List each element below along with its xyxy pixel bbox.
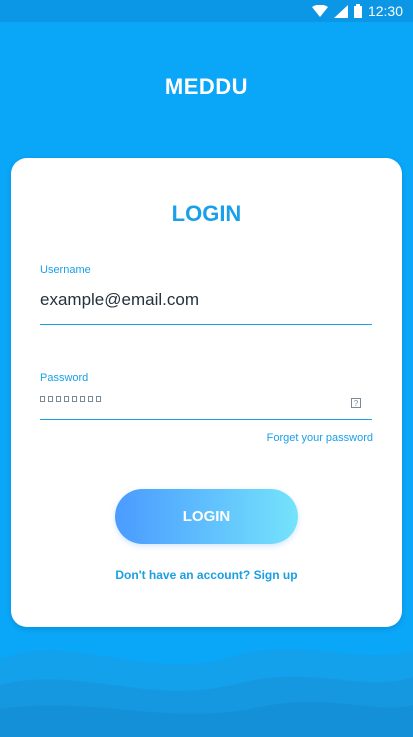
status-icons: 12:30 — [311, 0, 403, 22]
background-waves — [0, 649, 413, 737]
username-underline — [40, 324, 372, 325]
login-screen: 12:30 MEDDU LOGIN Username Password ? Fo… — [0, 0, 413, 737]
username-input[interactable] — [40, 290, 372, 310]
login-card: LOGIN Username Password ? Forget your pa… — [11, 158, 402, 627]
password-label: Password — [40, 372, 89, 384]
battery-icon — [353, 4, 362, 18]
password-input[interactable] — [40, 396, 101, 402]
visibility-toggle-icon[interactable]: ? — [351, 398, 361, 408]
password-char — [56, 396, 61, 402]
password-char — [64, 396, 69, 402]
status-bar: 12:30 — [0, 0, 413, 22]
username-label: Username — [40, 264, 91, 276]
wifi-icon — [311, 5, 328, 17]
signup-link[interactable]: Don't have an account? Sign up — [11, 568, 402, 582]
signal-icon — [333, 4, 348, 18]
password-char — [80, 396, 85, 402]
password-char — [48, 396, 53, 402]
password-char — [88, 396, 93, 402]
password-char — [72, 396, 77, 402]
status-time: 12:30 — [367, 3, 403, 19]
app-title: MEDDU — [164, 74, 249, 99]
login-button[interactable]: LOGIN — [115, 489, 298, 544]
password-underline — [40, 419, 372, 420]
password-char — [40, 396, 45, 402]
forget-password-link[interactable]: Forget your password — [267, 432, 373, 444]
password-char — [96, 396, 101, 402]
login-title: LOGIN — [171, 201, 242, 226]
